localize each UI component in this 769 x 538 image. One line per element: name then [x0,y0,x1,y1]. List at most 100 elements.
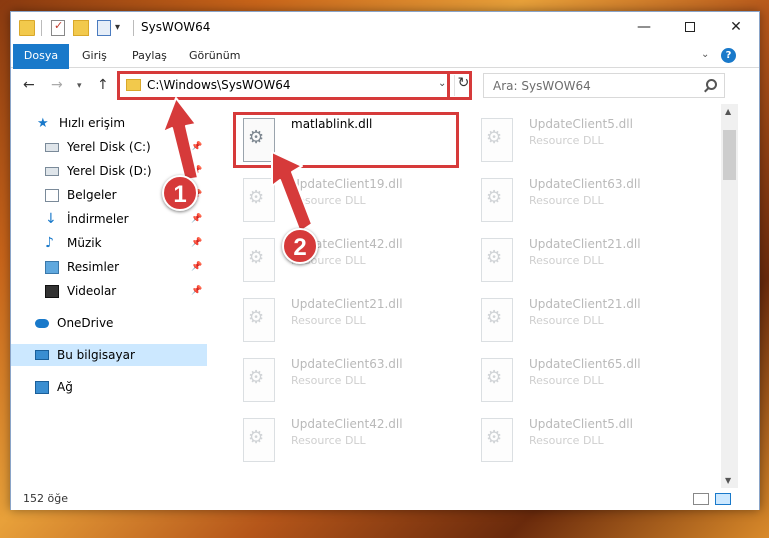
file-highlight-box [233,112,459,168]
file-type: Resource DLL [529,254,604,267]
file-name: UpdateClient42.dll [291,417,403,431]
divider [133,20,134,36]
file-type: Resource DLL [529,434,604,447]
drive-icon [45,166,59,176]
help-icon[interactable]: ? [721,48,736,63]
back-arrow-icon[interactable]: ← [23,77,35,93]
sidebar-item-network[interactable]: Ağ [11,376,207,398]
sidebar-item-label: İndirmeler [67,212,129,226]
new-folder-icon[interactable] [73,20,89,36]
file-type: Resource DLL [529,374,604,387]
scroll-down-icon[interactable]: ▼ [725,476,731,485]
video-icon [45,284,59,298]
dll-file-icon [243,298,275,342]
file-item[interactable]: UpdateClient21.dll Resource DLL [469,292,705,348]
view-icon[interactable] [97,20,111,36]
search-placeholder: Ara: SysWOW64 [493,79,591,93]
scroll-up-icon[interactable]: ▲ [725,107,731,116]
sidebar-item-videos[interactable]: Videolar 📌 [11,280,207,302]
item-count: 152 öğe [23,492,68,505]
forward-arrow-icon[interactable]: → [51,77,63,93]
pin-icon[interactable]: 📌 [191,166,202,176]
pin-icon[interactable]: 📌 [191,238,202,248]
file-item[interactable]: UpdateClient21.dll Resource DLL [231,292,467,348]
customize-toolbar-chevron-icon[interactable]: ▾ [115,22,120,38]
drive-icon [45,142,59,152]
sidebar-item-label: Belgeler [67,188,117,202]
file-item[interactable]: UpdateClient5.dll Resource DLL [469,412,705,468]
file-item[interactable]: UpdateClient65.dll Resource DLL [469,352,705,408]
maximize-button[interactable] [667,12,713,42]
download-icon: ↓ [45,210,57,227]
file-type: Resource DLL [291,314,366,327]
maximize-icon [685,22,695,32]
pin-icon[interactable]: 📌 [191,262,202,272]
documents-icon [45,188,59,202]
file-item[interactable]: UpdateClient63.dll Resource DLL [231,352,467,408]
sidebar-item-downloads[interactable]: ↓ İndirmeler 📌 [11,208,207,230]
sidebar-item-label: Yerel Disk (C:) [67,140,151,154]
file-item[interactable]: UpdateClient5.dll Resource DLL [469,112,705,168]
file-name: UpdateClient21.dll [291,297,403,311]
file-name: UpdateClient65.dll [529,357,641,371]
music-icon: ♪ [45,234,54,251]
sidebar-item-label: Bu bilgisayar [57,348,135,362]
search-input[interactable]: Ara: SysWOW64 [483,73,725,98]
sidebar-item-label: Müzik [67,236,102,250]
file-item[interactable]: UpdateClient21.dll Resource DLL [469,232,705,288]
file-name: UpdateClient63.dll [291,357,403,371]
ribbon-tabs: Dosya Giriş Paylaş Görünüm ⌄ ? [11,44,759,100]
minimize-button[interactable]: — [621,12,667,42]
pin-icon[interactable]: 📌 [191,142,202,152]
file-list: matlablink.dll UpdateClient5.dll Resourc… [207,104,721,488]
file-name: UpdateClient19.dll [291,177,403,191]
dll-file-icon [481,118,513,162]
file-name: UpdateClient5.dll [529,117,633,131]
tab-view[interactable]: Görünüm [189,44,240,68]
title-bar: ▾ SysWOW64 — ✕ [11,12,759,44]
up-arrow-icon[interactable]: ↑ [97,77,109,93]
tab-home[interactable]: Giriş [82,44,107,68]
recent-locations-chevron-icon[interactable]: ▾ [77,81,82,91]
network-icon [35,380,49,394]
sidebar-item-music[interactable]: ♪ Müzik 📌 [11,232,207,254]
star-icon: ★ [37,115,49,131]
refresh-highlight-box [447,71,472,100]
pictures-icon [45,260,59,274]
file-type: Resource DLL [291,194,366,207]
dll-file-icon [481,358,513,402]
vertical-scrollbar[interactable]: ▲ ▼ [721,104,738,488]
dll-file-icon [243,418,275,462]
search-icon[interactable] [706,79,717,90]
sidebar-item-label: Yerel Disk (D:) [67,164,152,178]
explorer-window: ▾ SysWOW64 — ✕ Dosya Giriş Paylaş Görünü… [10,11,760,510]
status-bar: 152 öğe [11,488,759,510]
close-button[interactable]: ✕ [713,12,759,42]
file-item[interactable]: UpdateClient63.dll Resource DLL [469,172,705,228]
properties-icon[interactable] [51,19,65,36]
scrollbar-thumb[interactable] [723,130,736,180]
file-item[interactable]: UpdateClient42.dll Resource DLL [231,232,467,288]
sidebar-item-quick-access[interactable]: ★ Hızlı erişim [11,112,207,134]
navigation-pane: ★ Hızlı erişim Yerel Disk (C:) 📌 Yerel D… [11,104,207,488]
expand-ribbon-chevron-icon[interactable]: ⌄ [701,49,709,60]
dll-file-icon [481,238,513,282]
pin-icon[interactable]: 📌 [191,214,202,224]
sidebar-item-onedrive[interactable]: OneDrive [11,312,207,334]
file-name: UpdateClient21.dll [529,297,641,311]
pin-icon[interactable]: 📌 [191,286,202,296]
tab-share[interactable]: Paylaş [132,44,167,68]
large-icons-view-icon[interactable] [715,493,731,505]
address-highlight-box [117,71,450,100]
details-view-icon[interactable] [693,493,709,505]
file-item[interactable]: UpdateClient42.dll Resource DLL [231,412,467,468]
dll-file-icon [243,238,275,282]
file-item[interactable]: UpdateClient19.dll Resource DLL [231,172,467,228]
sidebar-item-pictures[interactable]: Resimler 📌 [11,256,207,278]
sidebar-item-this-pc[interactable]: Bu bilgisayar [11,344,207,366]
address-row: ← → ▾ ↑ C:\Windows\SysWOW64 ⌄ ↻ Ara: Sys… [11,69,759,103]
dll-file-icon [243,358,275,402]
file-name: UpdateClient5.dll [529,417,633,431]
file-name: UpdateClient63.dll [529,177,641,191]
sidebar-item-local-disk-c[interactable]: Yerel Disk (C:) 📌 [11,136,207,158]
